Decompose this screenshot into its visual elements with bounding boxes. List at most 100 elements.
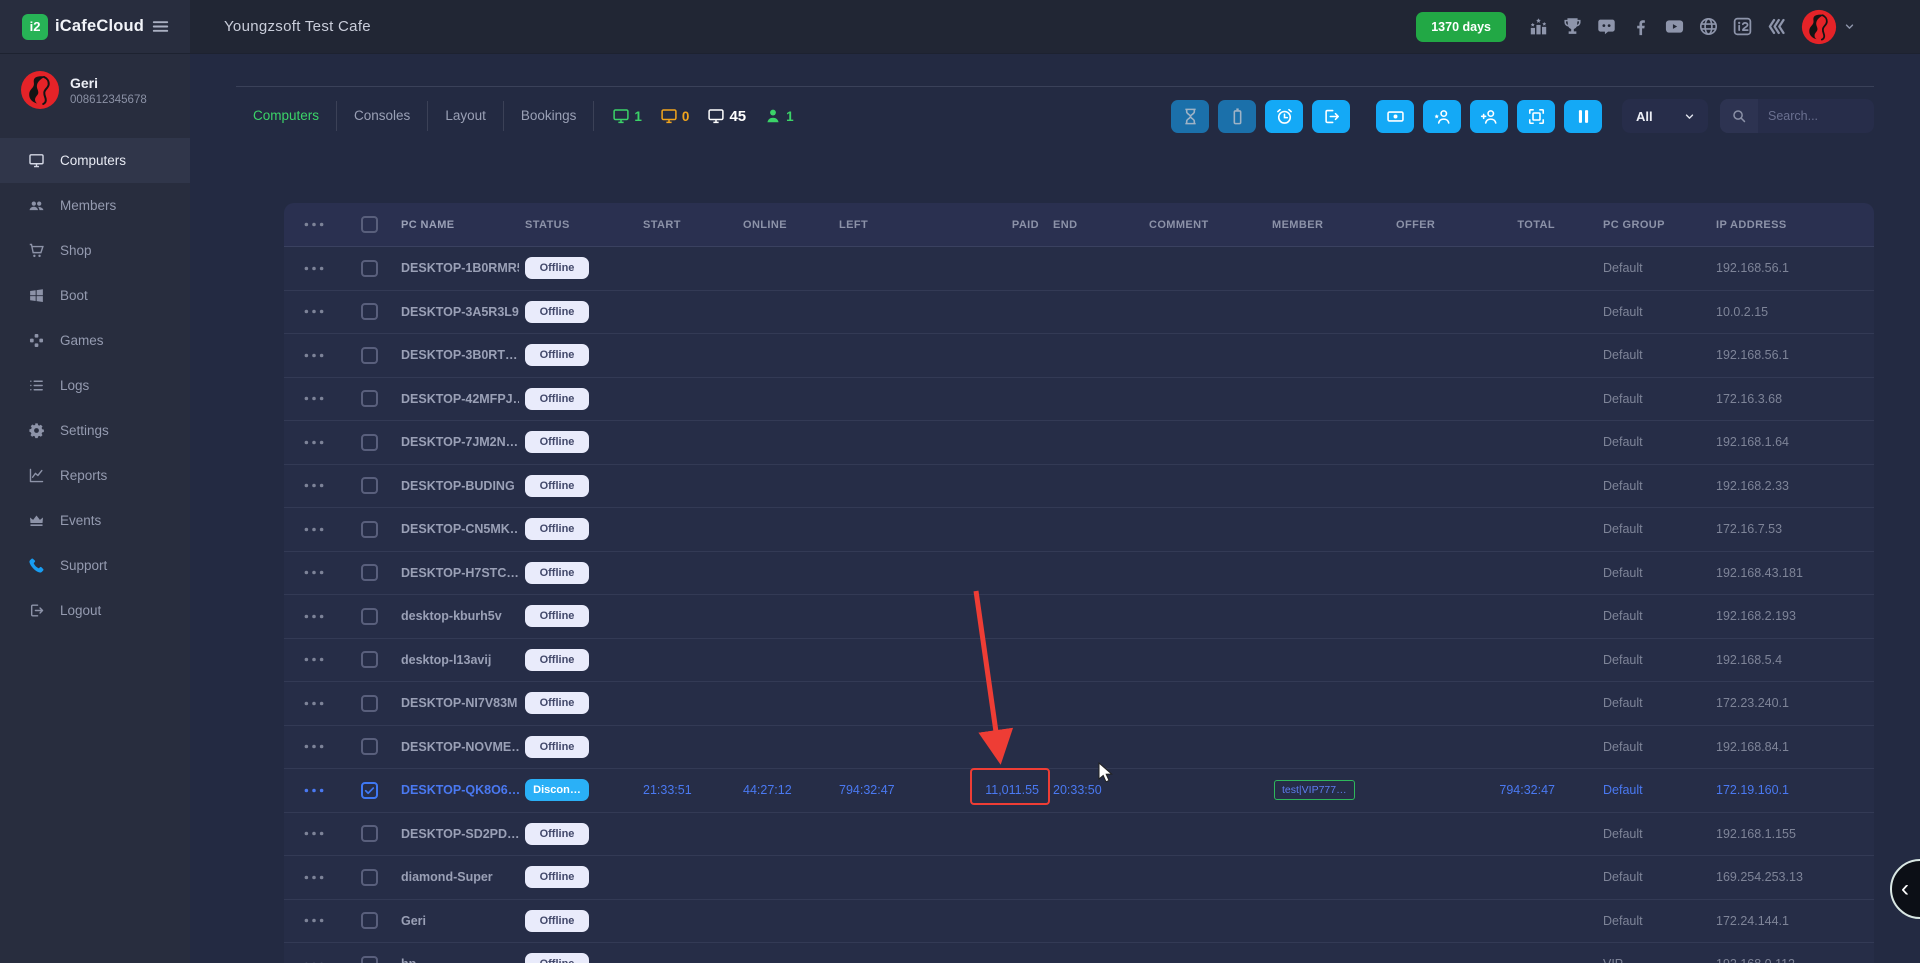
row-actions-icon[interactable] [303, 395, 325, 402]
row-checkbox[interactable] [361, 303, 378, 320]
pc-name[interactable]: diamond-Super [395, 870, 519, 884]
row-checkbox[interactable] [361, 651, 378, 668]
sidebar-item-boot[interactable]: Boot [0, 273, 190, 318]
pc-name[interactable]: Geri [395, 914, 519, 928]
table-row[interactable]: DESKTOP-H7STC… Offline Default 192.168.4… [284, 552, 1874, 596]
header-total[interactable]: TOTAL [1480, 219, 1597, 231]
table-row[interactable]: hp Offline VIP 192.168.0.112 [284, 943, 1874, 963]
table-row[interactable]: DESKTOP-BUDING Offline Default 192.168.2… [284, 465, 1874, 509]
row-actions-icon[interactable] [303, 439, 325, 446]
trophy-icon[interactable] [1562, 16, 1583, 37]
table-row[interactable]: DESKTOP-NI7V83M Offline Default 172.23.2… [284, 682, 1874, 726]
row-checkbox[interactable] [361, 825, 378, 842]
subscription-days-button[interactable]: 1370 days [1416, 12, 1506, 42]
row-checkbox[interactable] [361, 912, 378, 929]
pc-name[interactable]: DESKTOP-H7STC… [395, 566, 519, 580]
alarm-button[interactable] [1265, 100, 1303, 133]
table-row[interactable]: DESKTOP-CN5MK… Offline Default 172.16.7.… [284, 508, 1874, 552]
screenshot-button[interactable] [1517, 100, 1555, 133]
sidebar-item-logout[interactable]: Logout [0, 588, 190, 633]
table-row[interactable]: diamond-Super Offline Default 169.254.25… [284, 856, 1874, 900]
pause-button[interactable] [1564, 100, 1602, 133]
header-member[interactable]: MEMBER [1266, 219, 1390, 231]
sidebar-item-shop[interactable]: Shop [0, 228, 190, 273]
pc-name[interactable]: DESKTOP-QK8O6… [395, 783, 519, 797]
tab-consoles[interactable]: Consoles [337, 101, 428, 131]
pc-name[interactable]: DESKTOP-7JM2N… [395, 435, 519, 449]
table-row[interactable]: Geri Offline Default 172.24.144.1 [284, 900, 1874, 944]
pc-name[interactable]: DESKTOP-3A5R3L9 [395, 305, 519, 319]
row-actions-icon[interactable] [303, 352, 325, 359]
brand-logo[interactable]: i2 iCafeCloud [22, 14, 144, 40]
row-checkbox[interactable] [361, 738, 378, 755]
facebook-icon[interactable] [1630, 16, 1651, 37]
header-ip-address[interactable]: IP ADDRESS [1710, 219, 1874, 231]
cash-button[interactable] [1376, 100, 1414, 133]
row-checkbox[interactable] [361, 477, 378, 494]
row-actions-icon[interactable] [303, 482, 325, 489]
header-end[interactable]: END [1047, 219, 1143, 231]
row-actions-icon[interactable] [303, 743, 325, 750]
member-add-button[interactable] [1470, 100, 1508, 133]
sidebar-item-games[interactable]: Games [0, 318, 190, 363]
youtube-icon[interactable] [1664, 16, 1685, 37]
header-comment[interactable]: COMMENT [1143, 219, 1266, 231]
member-star-button[interactable] [1423, 100, 1461, 133]
row-actions-icon[interactable] [303, 308, 325, 315]
tab-computers[interactable]: Computers [236, 101, 337, 131]
table-row[interactable]: DESKTOP-SD2PD… Offline Default 192.168.1… [284, 813, 1874, 857]
hourglass-button[interactable] [1171, 100, 1209, 133]
sidebar-item-members[interactable]: Members [0, 183, 190, 228]
row-checkbox[interactable] [361, 521, 378, 538]
pc-group-filter[interactable]: All [1622, 99, 1708, 133]
sidebar-item-settings[interactable]: Settings [0, 408, 190, 453]
user-menu[interactable] [1801, 9, 1856, 45]
row-checkbox[interactable] [361, 260, 378, 277]
pc-name[interactable]: DESKTOP-3B0RT… [395, 348, 519, 362]
table-row[interactable]: DESKTOP-3B0RT… Offline Default 192.168.5… [284, 334, 1874, 378]
header-left[interactable]: LEFT [833, 219, 955, 231]
header-start[interactable]: START [637, 219, 737, 231]
header-pc-name[interactable]: PC NAME [395, 219, 519, 231]
layers-icon[interactable] [1766, 16, 1787, 37]
row-checkbox[interactable] [361, 869, 378, 886]
row-checkbox[interactable] [361, 956, 378, 963]
pc-name[interactable]: desktop-kburh5v [395, 609, 519, 623]
row-actions-icon[interactable] [303, 656, 325, 663]
table-row[interactable]: desktop-l13avij Offline Default 192.168.… [284, 639, 1874, 683]
pc-name[interactable]: DESKTOP-NI7V83M [395, 696, 519, 710]
user-profile[interactable]: Geri 008612345678 [0, 54, 190, 124]
header-status[interactable]: STATUS [519, 219, 637, 231]
row-checkbox[interactable] [361, 434, 378, 451]
row-actions-icon[interactable] [303, 874, 325, 881]
sidebar-item-computers[interactable]: Computers [0, 138, 190, 183]
pc-name[interactable]: DESKTOP-SD2PD… [395, 827, 519, 841]
header-offer[interactable]: OFFER [1390, 219, 1480, 231]
row-actions-icon[interactable] [303, 787, 325, 794]
row-actions-icon[interactable] [303, 569, 325, 576]
pc-name[interactable]: DESKTOP-42MFPJ… [395, 392, 519, 406]
header-pc-group[interactable]: PC GROUP [1597, 219, 1710, 231]
row-checkbox[interactable] [361, 390, 378, 407]
member-tag[interactable]: test|VIP777… [1274, 780, 1355, 800]
pc-name[interactable]: DESKTOP-1B0RMR5 [395, 261, 519, 275]
icafecloud-icon[interactable] [1732, 16, 1753, 37]
header-online[interactable]: ONLINE [737, 219, 833, 231]
table-row[interactable]: DESKTOP-42MFPJ… Offline Default 172.16.3… [284, 378, 1874, 422]
tab-bookings[interactable]: Bookings [504, 101, 595, 131]
sidebar-item-events[interactable]: Events [0, 498, 190, 543]
tab-layout[interactable]: Layout [428, 101, 504, 131]
table-row[interactable]: DESKTOP-7JM2N… Offline Default 192.168.1… [284, 421, 1874, 465]
sidebar-item-logs[interactable]: Logs [0, 363, 190, 408]
row-actions-icon[interactable] [303, 917, 325, 924]
table-row[interactable]: desktop-kburh5v Offline Default 192.168.… [284, 595, 1874, 639]
pc-name[interactable]: DESKTOP-BUDING [395, 479, 519, 493]
row-actions-icon[interactable] [303, 526, 325, 533]
row-actions-icon[interactable] [303, 613, 325, 620]
sidebar-item-support[interactable]: Support [0, 543, 190, 588]
row-checkbox[interactable] [361, 782, 378, 799]
search-input[interactable] [1758, 109, 1874, 123]
row-actions-icon[interactable] [303, 265, 325, 272]
table-row[interactable]: DESKTOP-1B0RMR5 Offline Default 192.168.… [284, 247, 1874, 291]
pc-name[interactable]: DESKTOP-CN5MK… [395, 522, 519, 536]
